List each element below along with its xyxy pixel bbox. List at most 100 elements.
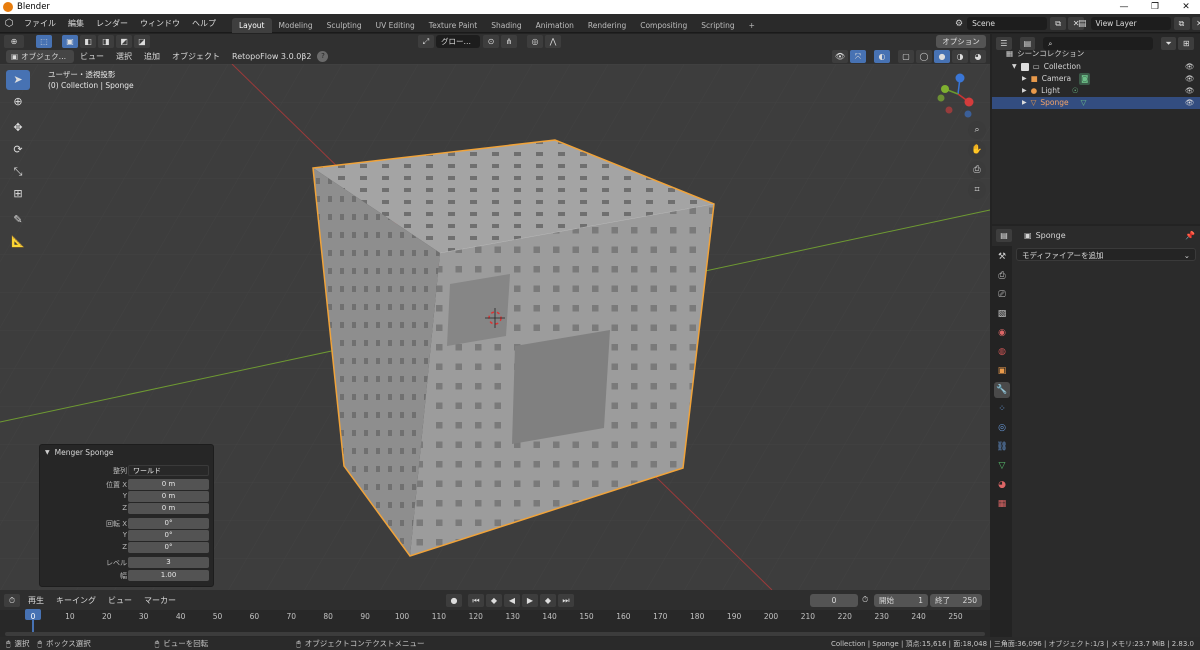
properties-editor-icon[interactable]: ▤ [996,229,1012,242]
help-icon[interactable]: ? [317,51,329,62]
world-tab-icon[interactable]: ◍ [994,344,1010,360]
level-field[interactable]: 3 [128,557,209,568]
texture-tab-icon[interactable]: ▦ [994,496,1010,512]
record-icon[interactable]: ● [446,594,462,607]
expand-arrow-icon[interactable]: ▼ [1012,61,1017,73]
outliner-item-camera[interactable]: ▶ ■ Camera ◙ 👁 [992,73,1200,85]
falloff-icon[interactable]: ⋀ [545,35,561,48]
camera-view-icon[interactable]: ⎙ [968,161,986,179]
rotation-y-field[interactable]: 0° [128,530,209,541]
select-tool-icon[interactable]: ➤ [6,70,30,90]
add-workspace-button[interactable]: + [742,18,762,33]
clock-icon[interactable]: ⏱ [862,595,868,605]
options-dropdown[interactable]: オプション [936,35,986,48]
scene-tab-icon[interactable]: ◉ [994,325,1010,341]
timeline-scrollbar[interactable] [5,632,985,636]
gizmo-toggle-icon[interactable]: ⤧ [850,50,866,63]
particles-tab-icon[interactable]: ⁘ [994,401,1010,417]
proportional-edit-icon[interactable]: ◎ [527,35,543,48]
menu-file[interactable]: ファイル [18,14,62,33]
view-layer-tab-icon[interactable]: ▧ [994,306,1010,322]
eye-icon[interactable]: 👁 [1185,85,1195,97]
menu-marker[interactable]: マーカー [138,593,182,608]
tab-animation[interactable]: Animation [529,18,581,33]
scene-selector[interactable]: ⚙ Scene ⧉ ✕ [955,17,1086,30]
transform-orientation[interactable]: ⤢ グロー… ⊙ ⋔ ◎ ⋀ [418,35,563,48]
editor-type-icon[interactable]: ⊕ [4,35,24,48]
mesh-data-icon[interactable]: ▽ [1081,97,1087,109]
menu-render[interactable]: レンダー [90,14,134,33]
select-mode-icon[interactable]: ⬚ [36,35,52,48]
pan-hand-icon[interactable]: ✋ [968,141,986,159]
tool-tab-icon[interactable]: ⚒ [994,249,1010,265]
blender-menu-icon[interactable]: ⬡ [0,18,18,29]
modifier-tab-icon[interactable]: 🔧 [994,382,1010,398]
shading-wire-icon[interactable]: ◯ [916,50,932,63]
end-frame-field[interactable]: 終了 250 [930,594,982,607]
expand-arrow-icon[interactable]: ▶ [1022,73,1027,85]
eye-icon[interactable]: 👁 [1185,97,1195,109]
width-field[interactable]: 1.00 [128,570,209,581]
view-layer-selector[interactable]: ▤ View Layer ⧉ ✕ [1078,17,1200,30]
scene-collection-row[interactable]: ▦ シーンコレクション [992,48,1200,60]
checkbox-icon[interactable] [1020,63,1029,71]
pivot-icon[interactable]: ⊙ [483,35,499,48]
material-tab-icon[interactable]: ◕ [994,477,1010,493]
tab-texture-paint[interactable]: Texture Paint [422,18,484,33]
cursor-tool-icon[interactable]: ⊕ [6,92,30,112]
current-frame-field[interactable]: 0 [810,594,858,607]
rotation-z-field[interactable]: 0° [128,542,209,553]
eye-icon[interactable]: 👁 [1185,61,1195,73]
minimize-button[interactable]: — [1110,0,1138,14]
data-tab-icon[interactable]: ▽ [994,458,1010,474]
operator-panel-header[interactable]: ▼ Menger Sponge [45,448,114,457]
ortho-grid-icon[interactable]: ⌗ [968,181,986,199]
annotate-tool-icon[interactable]: ✎ [6,210,30,230]
xray-icon[interactable]: ▢ [898,50,914,63]
tab-rendering[interactable]: Rendering [581,18,633,33]
outliner-item-sponge[interactable]: ▶ ▽ Sponge ▽ 👁 [992,97,1200,109]
prev-key-icon[interactable]: ◆ [486,594,502,607]
visibility-icon[interactable]: 👁 [832,50,848,63]
gizmo-x-icon[interactable] [964,97,974,107]
overlay-toggle-icon[interactable]: ◐ [874,50,890,63]
menu-window[interactable]: ウィンドウ [134,14,186,33]
align-dropdown[interactable]: ワールド [128,465,209,476]
delete-view-layer-icon[interactable]: ✕ [1191,17,1200,30]
menu-help[interactable]: ヘルプ [186,14,222,33]
move-tool-icon[interactable]: ✥ [6,118,30,138]
scale-tool-icon[interactable]: ⤡ [6,162,30,182]
expand-arrow-icon[interactable]: ▶ [1022,97,1027,109]
eye-icon[interactable]: 👁 [1185,73,1195,85]
new-scene-icon[interactable]: ⧉ [1050,17,1067,30]
collapse-arrow-icon[interactable]: ▼ [45,449,50,456]
snap-icon[interactable]: ⋔ [501,35,517,48]
tab-scripting[interactable]: Scripting [694,18,741,33]
redo-operator-panel[interactable]: ▼ Menger Sponge 整列 ワールド 位置 X0 m Y0 m Z0 m… [39,444,214,587]
gizmo-y-icon[interactable] [941,85,949,93]
rotate-tool-icon[interactable]: ⟳ [6,140,30,160]
jump-end-icon[interactable]: ⏭ [558,594,574,607]
timeline-editor-icon[interactable]: ⏱ [4,594,20,607]
shading-solid-icon[interactable]: ● [934,50,950,63]
scene-field[interactable]: Scene [967,17,1048,30]
object-tab-icon[interactable]: ▣ [994,363,1010,379]
pin-icon[interactable]: 📌 [1185,231,1195,240]
location-y-field[interactable]: 0 m [128,491,209,502]
constraints-tab-icon[interactable]: ⛓ [994,439,1010,455]
next-key-icon[interactable]: ◆ [540,594,556,607]
play-reverse-icon[interactable]: ◀ [504,594,520,607]
tab-compositing[interactable]: Compositing [633,18,694,33]
shading-rendered-icon[interactable]: ◕ [970,50,986,63]
play-icon[interactable]: ▶ [522,594,538,607]
start-frame-field[interactable]: 開始 1 [874,594,928,607]
outliner-item-collection[interactable]: ▼ ▭ Collection 👁 [992,61,1200,73]
outliner-item-light[interactable]: ▶ ● Light ☉ 👁 [992,85,1200,97]
menu-timeline-view[interactable]: ビュー [102,593,138,608]
tab-layout[interactable]: Layout [232,17,272,33]
menu-playback[interactable]: 再生 [22,593,50,608]
rotation-x-field[interactable]: 0° [128,518,209,529]
new-view-layer-icon[interactable]: ⧉ [1173,17,1190,30]
jump-start-icon[interactable]: ⏮ [468,594,484,607]
tab-uv-editing[interactable]: UV Editing [369,18,422,33]
